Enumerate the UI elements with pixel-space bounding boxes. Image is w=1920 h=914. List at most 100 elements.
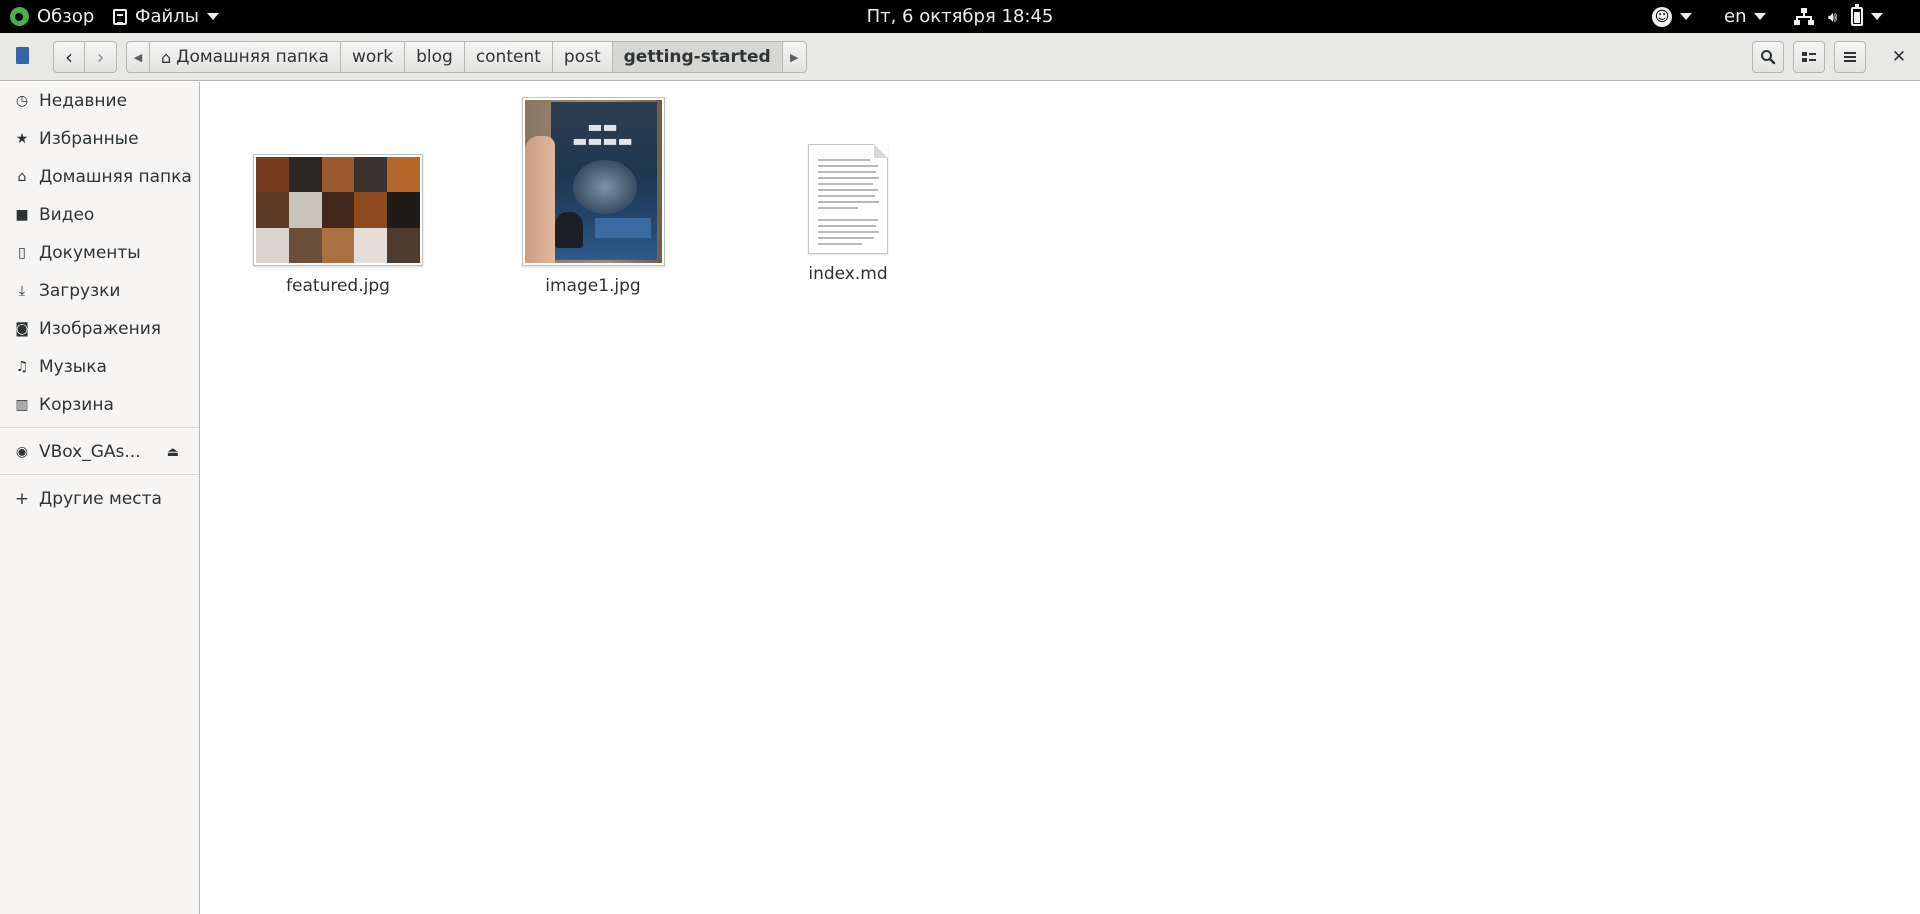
file-name: image1.jpg (545, 276, 641, 296)
sidebar-item-pictures[interactable]: ◙ Изображения (0, 310, 199, 348)
path-crumb-label: getting-started (623, 47, 771, 67)
search-button[interactable] (1752, 41, 1784, 73)
sidebar-item-label: Загрузки (39, 281, 121, 301)
chevron-down-icon (1680, 13, 1692, 20)
file-name: index.md (808, 264, 888, 284)
search-icon (1761, 50, 1776, 65)
path-crumb-content[interactable]: content (464, 41, 553, 73)
path-crumb-label: post (563, 47, 601, 67)
file-view: featured.jpg ▬▬ ▬▬▬▬ image1.jpg index.md (200, 82, 1920, 914)
download-icon: ⤓ (18, 283, 26, 299)
navigation-buttons: ‹ › (53, 41, 117, 73)
path-crumb-work[interactable]: work (340, 41, 406, 73)
files-app-icon (16, 47, 29, 64)
activities-label: Обзор (37, 6, 95, 27)
sidebar-item-vbox-disc[interactable]: ◉ VBox_GAs... ⏏ (0, 433, 199, 471)
files-app-icon (113, 8, 127, 25)
language-menu[interactable]: en (1724, 0, 1767, 33)
sidebar-item-label: VBox_GAs... (39, 442, 141, 462)
document-icon: ▯ (18, 245, 26, 261)
menu-button[interactable] (1834, 41, 1866, 73)
top-bar: Обзор Файлы Пт, 6 октября 18:45 ☺ en 🔊︎ (0, 0, 1920, 33)
close-window-button[interactable]: ✕ (1883, 41, 1915, 73)
plus-icon: + (14, 489, 30, 509)
network-icon (1794, 7, 1814, 26)
sidebar-item-label: Документы (39, 243, 141, 263)
accessibility-menu[interactable]: ☺ (1652, 0, 1692, 33)
sidebar-item-music[interactable]: ♫ Музыка (0, 348, 199, 386)
chevron-down-icon (1754, 13, 1767, 20)
path-crumb-label: content (475, 47, 541, 67)
clock[interactable]: Пт, 6 октября 18:45 (867, 6, 1054, 27)
volume-icon: 🔊︎ (1828, 7, 1838, 26)
path-crumb-label: Домашняя папка (176, 47, 329, 67)
path-scroll-right-button[interactable]: ▶ (782, 41, 807, 73)
back-icon: ‹ (65, 45, 73, 69)
language-label: en (1724, 6, 1747, 27)
chevron-down-icon (1871, 13, 1884, 20)
file-item[interactable]: ▬▬ ▬▬▬▬ image1.jpg (513, 97, 673, 296)
path-crumb-getting-started[interactable]: getting-started (612, 41, 783, 73)
sidebar-item-label: Другие места (39, 489, 162, 509)
path-bar: ◀ ⌂ Домашняя папка work blog content pos… (126, 41, 807, 73)
sidebar-item-label: Корзина (39, 395, 114, 415)
file-thumbnail (253, 154, 423, 266)
recent-icon: ◷ (15, 93, 29, 109)
sidebar-item-label: Музыка (39, 357, 107, 377)
app-menu-label: Файлы (135, 6, 199, 27)
video-icon: ■ (15, 207, 29, 223)
sidebar-item-label: Домашняя папка (39, 167, 192, 187)
menu-icon (1844, 52, 1856, 62)
chevron-right-icon: ▶ (789, 50, 799, 64)
path-crumb-post[interactable]: post (552, 41, 613, 73)
disc-icon: ◉ (15, 444, 29, 460)
forward-icon: › (96, 45, 105, 69)
clock-container: Пт, 6 октября 18:45 (0, 0, 1920, 33)
sidebar-item-starred[interactable]: ★ Избранные (0, 120, 199, 158)
sidebar-item-label: Видео (39, 205, 95, 225)
path-crumb-home[interactable]: ⌂ Домашняя папка (150, 41, 341, 73)
view-options-icon (1802, 52, 1816, 62)
sidebar: ◷ Недавние ★ Избранные ⌂ Домашняя папка … (0, 82, 200, 914)
activities-button[interactable]: Обзор (10, 0, 94, 33)
app-menu[interactable]: Файлы (113, 0, 219, 33)
accessibility-icon: ☺ (1652, 6, 1672, 27)
path-crumb-blog[interactable]: blog (405, 41, 465, 73)
path-crumb-label: work (351, 47, 394, 67)
sidebar-separator (0, 474, 199, 475)
sidebar-separator (0, 427, 199, 428)
camera-icon: ◙ (15, 321, 29, 337)
file-name: featured.jpg (286, 276, 390, 296)
file-item[interactable]: index.md (773, 144, 923, 284)
forward-button[interactable]: › (85, 41, 117, 73)
sidebar-item-downloads[interactable]: ⤓ Загрузки (0, 272, 199, 310)
battery-icon (1851, 4, 1864, 26)
music-icon: ♫ (15, 359, 29, 375)
close-icon: ✕ (1891, 47, 1907, 67)
sidebar-item-home[interactable]: ⌂ Домашняя папка (0, 158, 199, 196)
gnome-logo-icon (10, 7, 29, 26)
sidebar-item-documents[interactable]: ▯ Документы (0, 234, 199, 272)
chevron-left-icon: ◀ (133, 50, 143, 64)
trash-icon: ▥ (15, 397, 29, 413)
sidebar-item-other-locations[interactable]: + Другие места (0, 480, 199, 518)
file-thumbnail: ▬▬ ▬▬▬▬ (521, 97, 665, 266)
view-options-button[interactable] (1793, 41, 1825, 73)
header-bar: ‹ › ◀ ⌂ Домашняя папка work blog content… (0, 33, 1920, 81)
system-menu[interactable]: 🔊︎ (1794, 0, 1897, 33)
star-icon: ★ (15, 131, 29, 147)
path-scroll-left-button[interactable]: ◀ (126, 41, 150, 73)
sidebar-item-label: Избранные (39, 129, 139, 149)
eject-icon[interactable]: ⏏ (167, 445, 179, 460)
sidebar-item-recent[interactable]: ◷ Недавние (0, 82, 199, 120)
home-icon: ⌂ (161, 47, 172, 67)
sidebar-item-label: Изображения (39, 319, 162, 339)
sidebar-item-trash[interactable]: ▥ Корзина (0, 386, 199, 424)
text-file-icon (808, 144, 888, 254)
file-item[interactable]: featured.jpg (248, 154, 428, 296)
collage-image (256, 157, 420, 263)
sidebar-item-video[interactable]: ■ Видео (0, 196, 199, 234)
back-button[interactable]: ‹ (53, 41, 85, 73)
chevron-down-icon (206, 13, 219, 20)
sidebar-item-label: Недавние (39, 91, 128, 111)
